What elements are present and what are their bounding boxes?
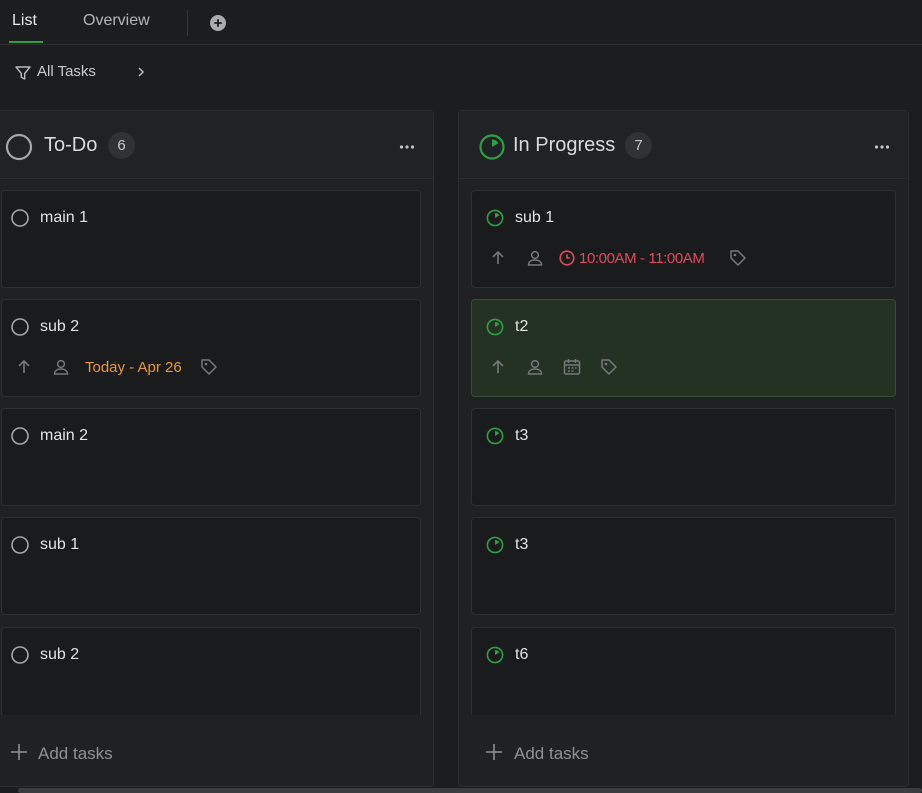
task-title: main 2 (40, 427, 89, 444)
task-card[interactable]: t6 (471, 627, 896, 725)
in-progress-icon (479, 134, 505, 160)
horizontal-scrollbar[interactable] (18, 788, 922, 793)
tag-icon[interactable] (728, 248, 748, 268)
view-tab-bar: List Overview (0, 0, 922, 45)
tab-overview[interactable]: Overview (83, 12, 150, 30)
task-title: t2 (515, 318, 529, 335)
in-progress-status-icon[interactable] (485, 208, 505, 228)
more-options-icon[interactable] (398, 138, 416, 156)
assignee-icon[interactable] (51, 357, 71, 377)
filter-label[interactable]: All Tasks (37, 63, 96, 80)
task-card[interactable]: main 2 (1, 408, 421, 506)
task-title: sub 2 (40, 646, 80, 663)
task-card[interactable]: sub 2 (1, 627, 421, 725)
add-tasks-label: Add tasks (514, 744, 589, 763)
task-title: t6 (515, 646, 529, 663)
in-progress-status-icon[interactable] (485, 645, 505, 665)
task-checkbox-icon[interactable] (10, 645, 30, 665)
add-tasks-button[interactable]: Add tasks (459, 715, 908, 785)
task-checkbox-icon[interactable] (10, 535, 30, 555)
task-checkbox-icon[interactable] (10, 426, 30, 446)
add-view-icon[interactable] (210, 15, 226, 31)
column-todo: To-Do 6 main 1 sub 2 Today - Apr 26 main… (0, 110, 434, 787)
task-checkbox-icon[interactable] (10, 208, 30, 228)
task-checkbox-icon[interactable] (10, 317, 30, 337)
tag-icon[interactable] (199, 357, 219, 377)
task-title: main 1 (40, 209, 89, 226)
task-card[interactable]: t3 (471, 408, 896, 506)
calendar-icon[interactable] (562, 357, 582, 377)
priority-arrow-up-icon[interactable] (488, 248, 508, 268)
todo-circle-icon (5, 133, 33, 161)
task-title: sub 1 (515, 209, 555, 226)
assignee-icon[interactable] (525, 357, 545, 377)
column-header: To-Do 6 (0, 111, 433, 179)
column-title: In Progress (513, 134, 616, 156)
column-count-badge: 6 (108, 132, 135, 159)
column-title: To-Do (44, 134, 98, 156)
column-header: In Progress 7 (459, 111, 908, 179)
column-count-badge: 7 (625, 132, 652, 159)
task-due-date[interactable]: Today - Apr 26 (85, 359, 182, 376)
filter-icon[interactable] (14, 64, 32, 82)
task-title: t3 (515, 427, 529, 444)
filter-bar: All Tasks (0, 46, 922, 98)
plus-icon (11, 744, 27, 760)
task-card[interactable]: main 1 (1, 190, 421, 288)
chevron-right-icon[interactable] (134, 65, 148, 79)
task-title: sub 2 (40, 318, 80, 335)
tab-list[interactable]: List (12, 12, 37, 30)
plus-icon (486, 744, 502, 760)
task-card[interactable]: t3 (471, 517, 896, 615)
task-card[interactable]: sub 1 (1, 517, 421, 615)
task-card-selected[interactable]: t2 (471, 299, 896, 397)
task-time-range[interactable]: 10:00AM - 11:00AM (579, 250, 705, 267)
add-tasks-button[interactable]: Add tasks (0, 715, 433, 785)
task-card[interactable]: sub 1 10:00AM - 11:00AM (471, 190, 896, 288)
task-title: sub 1 (40, 536, 80, 553)
tab-divider (187, 10, 188, 36)
in-progress-status-icon[interactable] (485, 535, 505, 555)
in-progress-status-icon[interactable] (485, 426, 505, 446)
add-tasks-label: Add tasks (38, 744, 113, 763)
active-tab-indicator (9, 41, 43, 43)
clock-icon[interactable] (557, 248, 577, 268)
assignee-icon[interactable] (525, 248, 545, 268)
task-card[interactable]: sub 2 Today - Apr 26 (1, 299, 421, 397)
tag-icon[interactable] (599, 357, 619, 377)
more-options-icon[interactable] (873, 138, 891, 156)
priority-arrow-up-icon[interactable] (488, 357, 508, 377)
column-in-progress: In Progress 7 sub 1 10:00AM - 11:00AM t2… (458, 110, 909, 787)
priority-arrow-up-icon[interactable] (14, 357, 34, 377)
in-progress-status-icon[interactable] (485, 317, 505, 337)
task-title: t3 (515, 536, 529, 553)
